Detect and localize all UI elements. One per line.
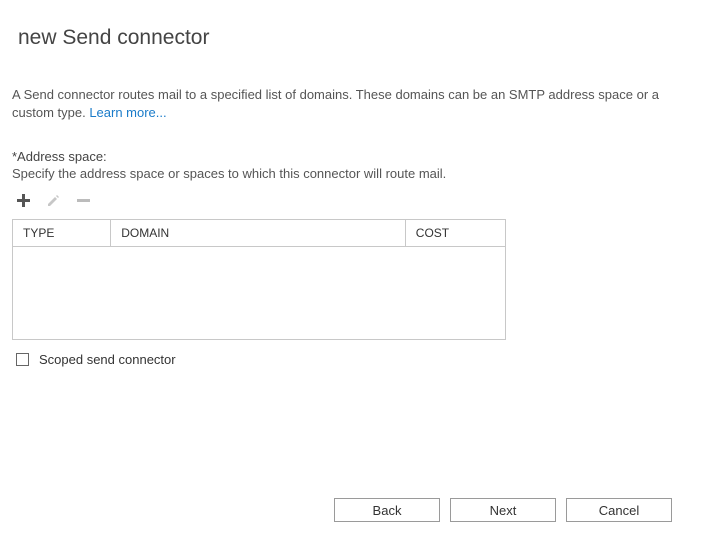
address-space-table: TYPE DOMAIN COST [12, 219, 506, 340]
next-button[interactable]: Next [450, 498, 556, 522]
edit-button[interactable] [44, 191, 62, 209]
scoped-send-connector-field: Scoped send connector [0, 340, 704, 367]
table-empty-body[interactable] [13, 247, 505, 339]
pencil-icon [46, 193, 61, 208]
remove-button[interactable] [74, 191, 92, 209]
column-header-domain[interactable]: DOMAIN [111, 220, 406, 247]
description-block: A Send connector routes mail to a specif… [0, 50, 704, 121]
address-space-label: *Address space: [0, 121, 704, 164]
wizard-footer: Back Next Cancel [334, 498, 672, 522]
scoped-send-connector-label: Scoped send connector [39, 352, 176, 367]
address-space-toolbar [0, 181, 704, 215]
column-header-cost[interactable]: COST [405, 220, 505, 247]
cancel-button[interactable]: Cancel [566, 498, 672, 522]
learn-more-link[interactable]: Learn more... [89, 105, 166, 120]
plus-icon [16, 193, 31, 208]
minus-icon [76, 193, 91, 208]
back-button[interactable]: Back [334, 498, 440, 522]
page-title: new Send connector [0, 0, 704, 50]
table-header-row: TYPE DOMAIN COST [13, 220, 505, 247]
address-space-hint: Specify the address space or spaces to w… [0, 164, 704, 181]
add-button[interactable] [14, 191, 32, 209]
column-header-type[interactable]: TYPE [13, 220, 111, 247]
scoped-send-connector-checkbox[interactable] [16, 353, 29, 366]
